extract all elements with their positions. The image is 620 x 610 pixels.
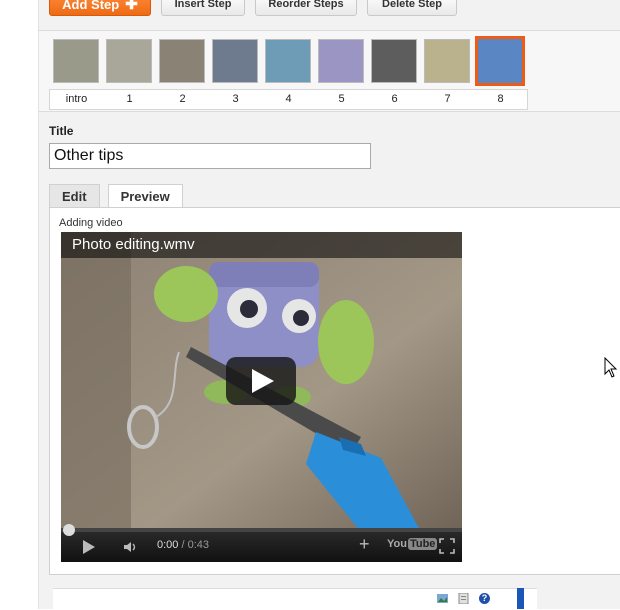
step-labels: intro 1 2 3 4 5 6 7 8 (49, 89, 528, 110)
youtube-logo-you: You (387, 538, 407, 550)
title-label: Title (49, 124, 74, 138)
step-label[interactable]: 5 (315, 90, 368, 109)
step-label[interactable]: 4 (262, 90, 315, 109)
play-icon (252, 369, 274, 393)
title-input[interactable] (49, 143, 371, 169)
time-display: 0:00 / 0:43 (157, 539, 209, 551)
step-thumbnail[interactable] (49, 31, 102, 90)
video-title: Photo editing.wmv (61, 232, 462, 258)
video-caption: Adding video (59, 217, 123, 229)
step-label[interactable]: intro (50, 90, 103, 109)
progress-knob[interactable] (63, 524, 75, 536)
volume-icon[interactable] (123, 540, 137, 554)
play-icon[interactable] (83, 540, 95, 554)
step-thumbnail[interactable] (367, 31, 420, 90)
video-player[interactable]: Photo editing.wmv 0:00 / 0:43 + You Tube (61, 232, 462, 562)
step-label[interactable]: 1 (103, 90, 156, 109)
preview-pane: Adding video Photo editing.wmv 0:00 / 0:… (49, 207, 620, 575)
fullscreen-icon[interactable] (439, 538, 455, 554)
tab-edit[interactable]: Edit (49, 184, 100, 208)
step-editor-panel: Add Step ✚ Insert Step Reorder Steps Del… (39, 0, 620, 610)
mouse-cursor-icon (604, 357, 618, 378)
youtube-logo-tube: Tube (407, 538, 438, 550)
delete-step-button[interactable]: Delete Step (367, 0, 457, 16)
step-thumbnail-image (317, 38, 364, 83)
step-label[interactable]: 8 (474, 90, 527, 109)
youtube-logo[interactable]: You Tube (387, 538, 438, 550)
reorder-steps-button[interactable]: Reorder Steps (255, 0, 357, 16)
step-label[interactable]: 3 (209, 90, 262, 109)
step-thumbnail-strip: intro 1 2 3 4 5 6 7 8 (39, 30, 620, 112)
help-icon[interactable]: ? (479, 593, 490, 604)
step-thumbnail[interactable] (261, 31, 314, 90)
play-overlay-button[interactable] (226, 357, 296, 405)
step-thumbnail[interactable] (155, 31, 208, 90)
step-label[interactable]: 7 (421, 90, 474, 109)
step-thumbnails (49, 31, 526, 90)
insert-step-button[interactable]: Insert Step (161, 0, 245, 16)
tab-preview[interactable]: Preview (107, 184, 183, 209)
footer-icons: ? (437, 593, 490, 604)
duration: / 0:43 (181, 539, 210, 551)
plus-icon: ✚ (125, 0, 138, 13)
step-thumbnail[interactable] (314, 31, 367, 90)
step-thumbnail[interactable] (420, 31, 473, 90)
editor-footer-bar: ? (53, 588, 537, 610)
step-thumbnail-image (105, 38, 152, 83)
step-thumbnail-image (474, 35, 525, 86)
document-icon[interactable] (458, 593, 469, 604)
video-controls: 0:00 / 0:43 + You Tube (61, 524, 462, 562)
step-thumbnail-image (52, 38, 99, 83)
step-thumbnail-image (423, 38, 470, 83)
step-thumbnail-image (211, 38, 258, 83)
step-thumbnail-image (370, 38, 417, 83)
editor-tabs: Edit Preview (49, 184, 183, 209)
left-gutter (0, 0, 39, 609)
step-toolbar: Add Step ✚ Insert Step Reorder Steps Del… (49, 0, 457, 18)
bottom-accent-bar (517, 588, 524, 609)
add-step-label: Add Step (62, 0, 120, 12)
add-step-button[interactable]: Add Step ✚ (49, 0, 151, 16)
step-thumbnail-image (158, 38, 205, 83)
image-icon[interactable] (437, 593, 448, 604)
add-to-icon[interactable]: + (359, 534, 370, 555)
step-thumbnail[interactable] (208, 31, 261, 90)
step-thumbnail-image (264, 38, 311, 83)
step-thumbnail[interactable] (102, 31, 155, 90)
step-thumbnail[interactable] (473, 31, 526, 90)
step-label[interactable]: 6 (368, 90, 421, 109)
step-label[interactable]: 2 (156, 90, 209, 109)
progress-bar[interactable] (61, 524, 462, 536)
current-time: 0:00 (157, 539, 179, 551)
